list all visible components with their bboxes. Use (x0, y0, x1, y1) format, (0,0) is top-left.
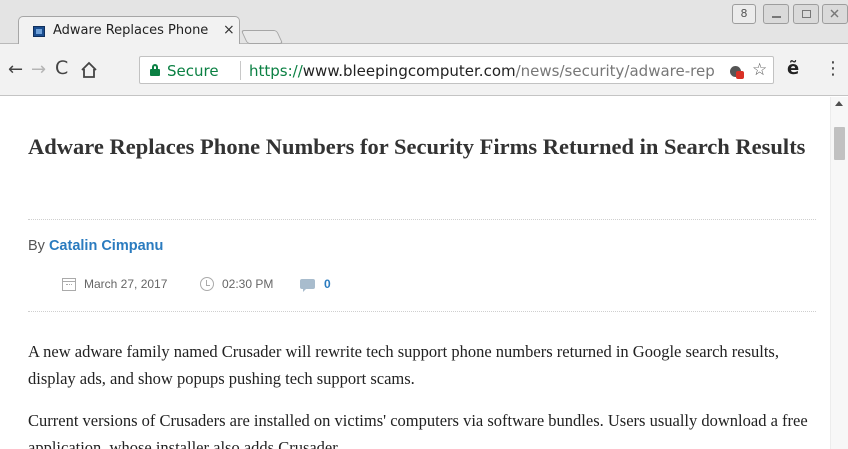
tab-title: Adware Replaces Phone Numbers for Securi… (53, 23, 213, 38)
calendar-icon (62, 278, 76, 291)
author-link[interactable]: Catalin Cimpanu (49, 238, 163, 254)
publish-time: 02:30 PM (222, 277, 274, 291)
site-settings-icon[interactable] (728, 63, 744, 79)
chrome-menu-icon[interactable]: ⋮ (824, 58, 842, 79)
tab-strip: Adware Replaces Phone Numbers for Securi… (0, 0, 848, 45)
scroll-thumb[interactable] (834, 127, 845, 160)
url-host: www.bleepingcomputer.com (302, 62, 516, 80)
article-paragraph: A new adware family named Crusader will … (28, 342, 779, 388)
comment-icon[interactable] (300, 279, 315, 292)
forward-arrow-icon[interactable]: → (31, 59, 46, 80)
tab-close-icon[interactable]: × (223, 22, 235, 38)
home-icon[interactable] (80, 61, 98, 79)
new-tab-button[interactable] (240, 30, 284, 44)
extension-icon[interactable]: ẽ (787, 58, 799, 79)
vertical-scrollbar[interactable] (830, 97, 848, 449)
reload-icon[interactable]: C (55, 57, 68, 79)
publish-date: March 27, 2017 (84, 277, 168, 291)
omnibox-separator (240, 61, 241, 80)
url-path: /news/security/adware-replaces-phone-num… (515, 62, 715, 80)
lock-icon[interactable] (150, 64, 160, 76)
byline: By Catalin Cimpanu (28, 238, 163, 254)
url-text[interactable]: https://www.bleepingcomputer.com/news/se… (249, 62, 715, 80)
minimize-button[interactable] (763, 4, 789, 24)
maximize-icon (802, 10, 811, 18)
divider (28, 311, 816, 312)
bookmark-star-icon[interactable]: ☆ (752, 60, 767, 80)
favicon-icon (33, 26, 45, 37)
profile-icon: 8 (740, 7, 748, 20)
page-viewport: Adware Replaces Phone Numbers for Securi… (0, 97, 830, 449)
browser-toolbar: ← → C Secure https://www.bleepingcompute… (0, 44, 848, 96)
back-arrow-icon[interactable]: ← (8, 59, 23, 80)
window-close-icon (830, 9, 839, 18)
by-label: By (28, 238, 45, 254)
minimize-icon (772, 16, 781, 18)
profile-button[interactable]: 8 (732, 4, 756, 24)
comment-count[interactable]: 0 (324, 277, 331, 291)
article-headline: Adware Replaces Phone Numbers for Securi… (28, 134, 806, 159)
browser-tab-active[interactable]: Adware Replaces Phone Numbers for Securi… (18, 16, 240, 45)
scroll-up-arrow-icon[interactable] (835, 101, 843, 106)
maximize-button[interactable] (793, 4, 819, 24)
clock-icon (200, 277, 214, 291)
url-scheme: https:// (249, 62, 303, 80)
secure-label[interactable]: Secure (167, 62, 219, 80)
divider (28, 219, 816, 220)
article-paragraph: Current versions of Crusaders are instal… (28, 411, 808, 449)
address-bar[interactable]: Secure https://www.bleepingcomputer.com/… (139, 56, 774, 84)
window-close-button[interactable] (822, 4, 848, 24)
